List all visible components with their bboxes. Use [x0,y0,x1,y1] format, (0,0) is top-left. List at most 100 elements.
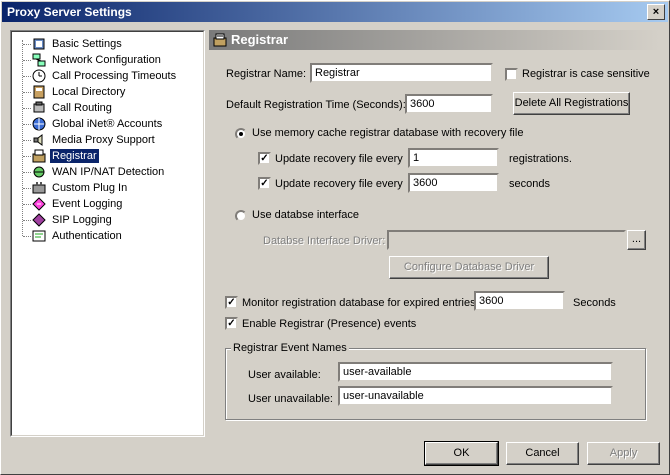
update-seconds-input[interactable]: 3600 [408,173,499,193]
tree-connector-branch [23,156,31,157]
tree-item-label: Call Routing [52,102,112,114]
directory-icon [33,85,45,99]
settings-tree-frame: Basic Settings Network Configuration Call … [11,31,204,436]
default-registration-time-label: Default Registration Time (Seconds): [226,99,406,111]
panel-header: Registrar [209,30,660,50]
tree-item-custom-plug-in[interactable]: Custom Plug In [12,180,202,196]
phone-icon [33,101,45,113]
tree-connector-branch [23,60,31,61]
update-seconds-label: Update recovery file every [275,178,403,190]
configure-database-driver-button[interactable]: Configure Database Driver [389,256,549,279]
tree-item-registrar[interactable]: Registrar [12,148,202,164]
user-available-label: User available: [248,369,321,381]
monitor-expired-checkbox[interactable]: ✓ [225,296,238,309]
event-log-icon [32,197,46,211]
sip-log-icon [32,213,46,227]
enable-events-checkbox[interactable]: ✓ [225,317,238,330]
registrar-icon [213,33,227,47]
database-driver-input[interactable] [387,230,626,250]
window-title: Proxy Server Settings [7,5,132,19]
speaker-icon [33,134,43,146]
panel-title: Registrar [231,32,289,47]
tree-item-media-proxy-support[interactable]: Media Proxy Support [12,132,202,148]
update-registrations-check-glyph: ✓ [260,153,269,164]
authentication-icon [32,230,46,242]
tree-item-authentication[interactable]: Authentication [12,228,202,244]
tree-item-network-configuration[interactable]: Network Configuration [12,52,202,68]
tree-item-label: Authentication [52,230,122,242]
registrar-icon [32,149,46,163]
tree-connector-branch [23,172,31,173]
user-available-input[interactable]: user-available [338,362,613,382]
update-registrations-checkbox[interactable]: ✓ [258,152,271,165]
case-sensitive-label: Registrar is case sensitive [522,68,650,80]
memory-cache-label: Use memory cache registrar database with… [252,127,524,139]
network-icon [32,53,46,67]
enable-events-check-glyph: ✓ [227,318,236,329]
close-button[interactable]: × [647,4,665,20]
tree-connector-branch [23,44,31,45]
monitor-expired-input[interactable]: 3600 [474,291,565,311]
browse-driver-button[interactable]: ... [627,230,646,250]
tree-item-wan-ip-nat-detection[interactable]: WAN IP/NAT Detection [12,164,202,180]
plugin-icon [32,182,46,194]
update-registrations-label: Update recovery file every [275,153,403,165]
monitor-unit-label: Seconds [573,297,616,309]
tree-connector-branch [23,204,31,205]
tree-connector-branch [23,124,31,125]
memory-cache-radio-dot [239,132,243,136]
tree-item-call-processing-timeouts[interactable]: Call Processing Timeouts [12,68,202,84]
tree-item-event-logging[interactable]: Event Logging [12,196,202,212]
tree-item-label: Registrar [50,149,99,163]
update-seconds-checkbox[interactable]: ✓ [258,177,271,190]
update-seconds-check-glyph: ✓ [260,178,269,189]
tree-item-label: Media Proxy Support [52,134,155,146]
accounts-icon [32,117,46,131]
tree-connector-branch [23,92,31,93]
tree-item-sip-logging[interactable]: SIP Logging [12,212,202,228]
settings-tree: Basic Settings Network Configuration Call … [10,30,205,437]
database-interface-radio[interactable] [235,210,247,222]
tree-connector-branch [23,140,31,141]
clock-icon [32,69,46,83]
enable-events-label: Enable Registrar (Presence) events [242,318,417,330]
database-driver-label: Databse Interface Driver: [263,235,386,247]
registrar-name-label: Registrar Name: [226,68,307,80]
tree-item-label: Global iNet® Accounts [52,118,163,130]
wan-icon [33,166,45,178]
tree-item-label: Network Configuration [52,54,161,66]
event-names-group-title: Registrar Event Names [231,342,349,354]
memory-cache-radio[interactable] [235,128,247,140]
monitor-expired-label: Monitor registration database for expire… [242,297,476,309]
tree-item-label: Custom Plug In [52,182,128,194]
registrar-name-input[interactable]: Registrar [310,63,493,83]
tree-connector-branch [23,236,31,237]
tree-item-basic-settings[interactable]: Basic Settings [12,36,202,52]
update-registrations-input[interactable]: 1 [408,148,499,168]
tree-item-label: Basic Settings [52,38,122,50]
registrations-unit-label: registrations. [509,153,572,165]
delete-all-registrations-button[interactable]: Delete All Registrations [513,92,630,115]
cancel-button[interactable]: Cancel [506,442,579,465]
monitor-expired-check-glyph: ✓ [227,297,236,308]
tree-item-label: Call Processing Timeouts [52,70,177,82]
case-sensitive-checkbox[interactable] [505,68,518,81]
tree-item-global-inet-accounts[interactable]: Global iNet® Accounts [12,116,202,132]
tree-connector-branch [23,220,31,221]
user-unavailable-input[interactable]: user-unavailable [338,386,613,406]
title-bar[interactable]: Proxy Server Settings × [2,2,668,22]
default-registration-time-input[interactable]: 3600 [405,94,493,114]
tree-item-label: SIP Logging [52,214,112,226]
tree-connector-branch [23,108,31,109]
tree-item-call-routing[interactable]: Call Routing [12,100,202,116]
database-interface-label: Use databse interface [252,209,360,221]
event-names-group [225,348,646,420]
tree-connector-branch [23,188,31,189]
apply-button[interactable]: Apply [587,442,660,465]
tree-connector-branch [23,76,31,77]
tree-item-local-directory[interactable]: Local Directory [12,84,202,100]
ok-button[interactable]: OK [424,441,499,466]
settings-icon [33,38,45,50]
tree-item-label: Event Logging [52,198,123,210]
user-unavailable-label: User unavailable: [248,393,333,405]
